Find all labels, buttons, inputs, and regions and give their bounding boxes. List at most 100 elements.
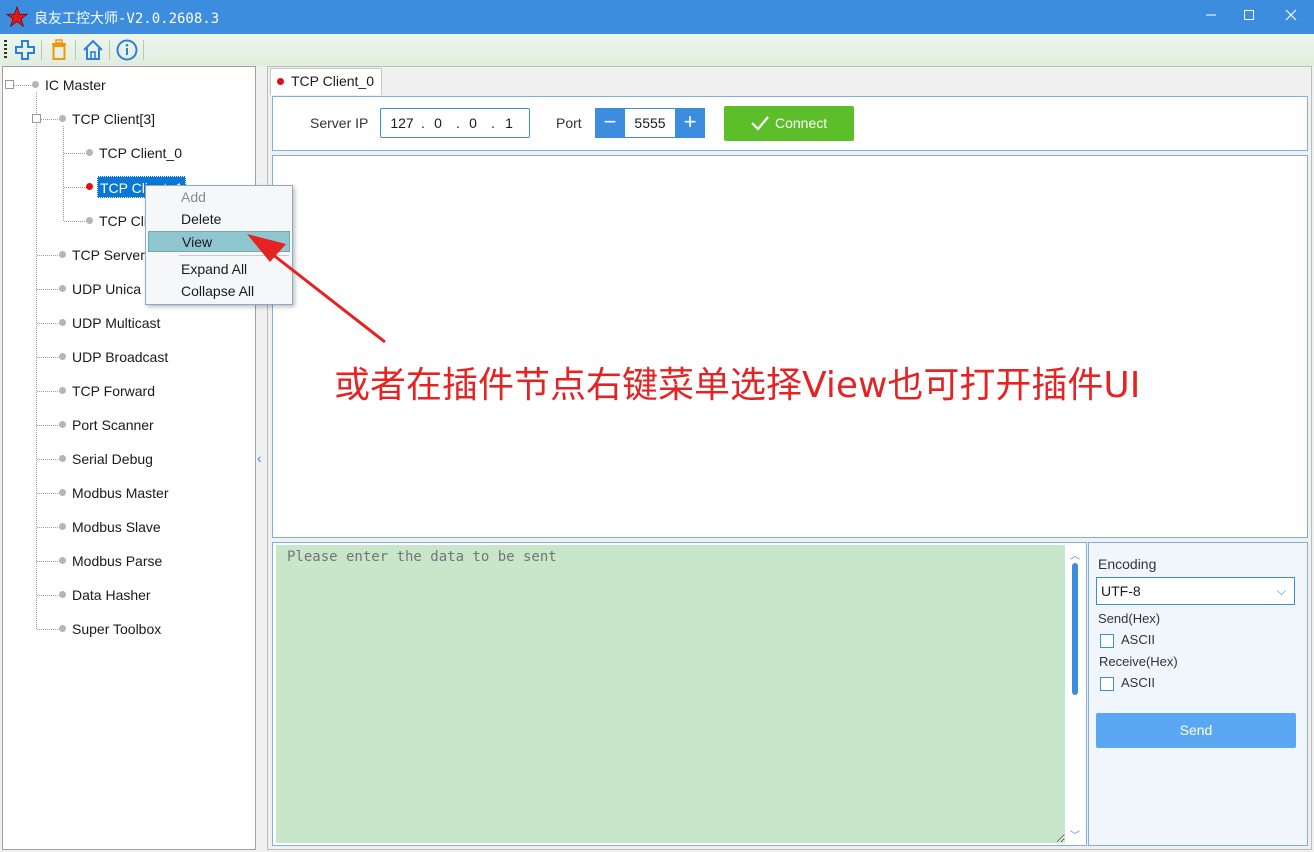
tree-node-dot: [59, 557, 66, 564]
tree-item-udp-unicast[interactable]: UDP Unica: [72, 278, 141, 300]
add-button[interactable]: [13, 38, 37, 62]
tree-connector: [37, 595, 60, 596]
tree-item-tcp-client-0[interactable]: TCP Client_0: [99, 142, 182, 164]
scroll-up-icon[interactable]: ︿: [1070, 547, 1080, 562]
tree-connector: [37, 391, 60, 392]
send-scrollbar[interactable]: ︿ ﹀: [1067, 545, 1084, 843]
tab-tcp-client-0[interactable]: TCP Client_0: [270, 68, 382, 95]
menu-item-delete[interactable]: Delete: [148, 209, 290, 230]
tree-connector: [64, 153, 87, 154]
tree-root-ic-master[interactable]: IC Master: [45, 74, 106, 96]
tree-connector: [37, 357, 60, 358]
tree-node-dot: [59, 353, 66, 360]
info-icon: [116, 39, 138, 61]
star-logo-icon: [6, 6, 28, 28]
home-button[interactable]: [81, 38, 105, 62]
tree-connector: [37, 255, 60, 256]
server-ip-input[interactable]: 127 . 0 . 0 . 1: [380, 108, 530, 138]
tree-expander[interactable]: [5, 80, 14, 89]
tree-node-dot: [59, 251, 66, 258]
tree-node-dot: [59, 625, 66, 632]
minimize-icon: [1206, 14, 1216, 16]
ip-octet-2[interactable]: 0: [423, 115, 453, 131]
home-icon: [83, 39, 103, 60]
send-button[interactable]: Send: [1096, 713, 1296, 748]
tree-node-dot: [86, 149, 93, 156]
collapse-panel-chevron-icon[interactable]: ‹: [257, 450, 262, 466]
tab-status-dot: [277, 78, 284, 85]
ip-octet-4[interactable]: 1: [494, 115, 524, 131]
tree-node-dot: [59, 523, 66, 530]
send-input[interactable]: [276, 545, 1065, 843]
port-input[interactable]: 5555: [625, 108, 675, 138]
port-increment-button[interactable]: +: [675, 108, 705, 138]
tree-item-tcp-forward[interactable]: TCP Forward: [72, 380, 155, 402]
tree-item-super-toolbox[interactable]: Super Toolbox: [72, 618, 161, 640]
toolbar-separator: [109, 40, 110, 60]
menu-item-expand-all[interactable]: Expand All: [148, 259, 290, 280]
connect-button[interactable]: Connect: [724, 106, 854, 141]
ip-octet-1[interactable]: 127: [387, 115, 417, 131]
tree-expander[interactable]: [32, 114, 41, 123]
menu-item-view[interactable]: View: [148, 231, 290, 252]
tree-item-tcp-server[interactable]: TCP Server: [72, 244, 145, 266]
tree-item-modbus-parse[interactable]: Modbus Parse: [72, 550, 162, 572]
toolbar-separator: [41, 40, 42, 60]
tree-node-dot: [59, 489, 66, 496]
ip-octet-3[interactable]: 0: [458, 115, 488, 131]
tree-connector: [37, 323, 60, 324]
tree-connector: [64, 221, 87, 222]
tree-node-dot: [59, 319, 66, 326]
checkmark-icon: [751, 116, 769, 131]
annotation-text: 或者在插件节点右键菜单选择View也可打开插件UI: [334, 365, 1141, 406]
scroll-down-icon[interactable]: ﹀: [1070, 827, 1080, 842]
delete-button[interactable]: [47, 38, 71, 62]
tree-connector: [63, 126, 64, 221]
menu-item-collapse-all[interactable]: Collapse All: [148, 281, 290, 302]
port-label: Port: [556, 115, 582, 131]
tree-node-dot-active: [86, 183, 93, 190]
tree-item-tcp-client-2[interactable]: TCP Cli: [99, 210, 147, 232]
minus-icon: −: [603, 109, 617, 134]
toolbar-grip[interactable]: [4, 40, 7, 60]
info-button[interactable]: [115, 38, 139, 62]
tree-connector: [41, 119, 60, 120]
tree-item-modbus-slave[interactable]: Modbus Slave: [72, 516, 161, 538]
close-button[interactable]: [1268, 0, 1314, 34]
tree-connector: [37, 493, 60, 494]
tree-item-port-scanner[interactable]: Port Scanner: [72, 414, 154, 436]
window-title: 良友工控大师-V2.0.2608.3: [34, 11, 220, 27]
receive-ascii-checkbox[interactable]: [1100, 677, 1114, 691]
connect-label: Connect: [775, 115, 828, 131]
tree-item-modbus-master[interactable]: Modbus Master: [72, 482, 168, 504]
toolbar-separator: [75, 40, 76, 60]
tree-item-tcp-client-group[interactable]: TCP Client[3]: [72, 108, 155, 130]
menu-separator: [179, 255, 289, 256]
send-ascii-checkbox[interactable]: [1100, 634, 1114, 648]
maximize-button[interactable]: [1226, 0, 1272, 34]
add-icon: [15, 40, 35, 60]
receive-ascii-label: ASCII: [1121, 675, 1155, 690]
scroll-thumb[interactable]: [1072, 563, 1078, 695]
encoding-value: UTF-8: [1101, 583, 1141, 599]
tab-label: TCP Client_0: [291, 73, 375, 89]
tree-item-udp-multicast[interactable]: UDP Multicast: [72, 312, 160, 334]
receive-area[interactable]: [272, 155, 1308, 538]
delete-icon: [52, 39, 66, 60]
tree-connector: [37, 289, 60, 290]
tree-item-data-hasher[interactable]: Data Hasher: [72, 584, 151, 606]
maximize-icon: [1244, 10, 1254, 20]
plus-icon: +: [683, 109, 697, 134]
tree-connector: [36, 92, 37, 629]
menu-item-add[interactable]: Add: [148, 187, 290, 208]
tree-connector: [37, 561, 60, 562]
tree-node-dot: [86, 217, 93, 224]
tree-connector: [37, 527, 60, 528]
tree-item-udp-broadcast[interactable]: UDP Broadcast: [72, 346, 168, 368]
title-bar: 良友工控大师-V2.0.2608.3: [0, 0, 1314, 34]
toolbar-separator: [143, 40, 144, 60]
encoding-select[interactable]: UTF-8 ⌵: [1096, 577, 1295, 605]
port-decrement-button[interactable]: −: [595, 108, 625, 138]
tree-connector: [37, 425, 60, 426]
tree-item-serial-debug[interactable]: Serial Debug: [72, 448, 153, 470]
